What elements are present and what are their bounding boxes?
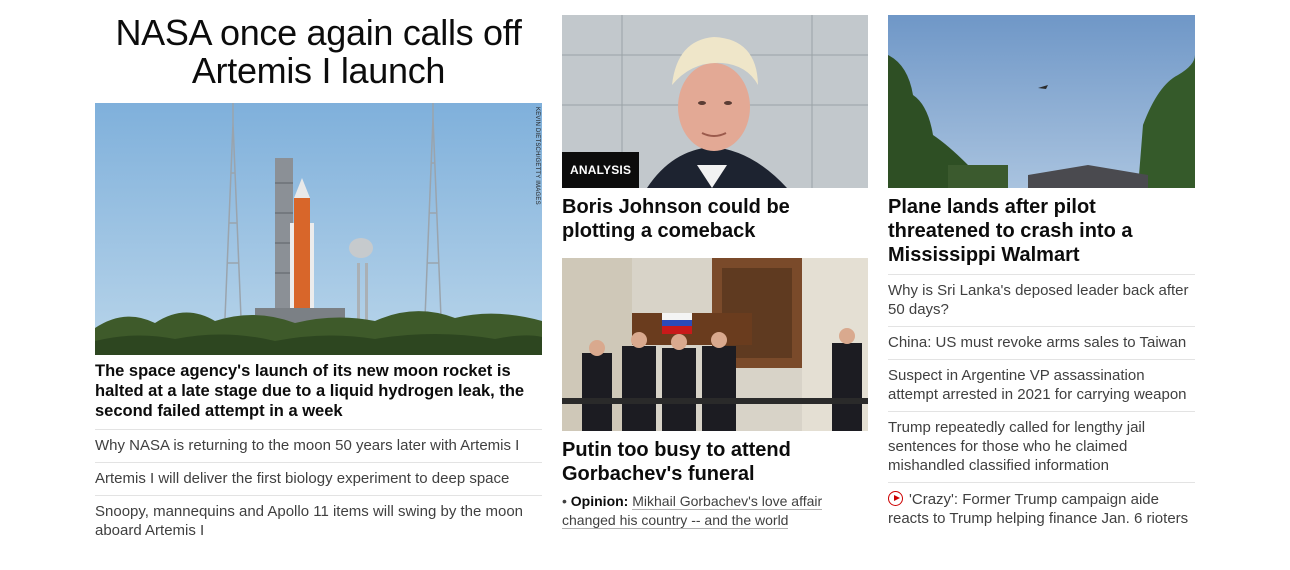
gorbachev-funeral-photo[interactable]: [562, 258, 868, 431]
list-item[interactable]: Suspect in Argentine VP assassination at…: [888, 359, 1195, 411]
opinion-label: Opinion:: [570, 493, 629, 509]
analysis-badge: ANALYSIS: [562, 152, 640, 188]
list-item[interactable]: Why NASA is returning to the moon 50 yea…: [95, 429, 542, 462]
list-item[interactable]: Why is Sri Lanka's deposed leader back a…: [888, 274, 1195, 326]
photo-credit: KEVIN DIETSCH/GETTY IMAGES: [534, 107, 540, 205]
lead-headline[interactable]: NASA once again calls off Artemis I laun…: [95, 14, 542, 90]
list-item[interactable]: Artemis I will deliver the first biology…: [95, 462, 542, 495]
plane-sky-photo[interactable]: [888, 15, 1195, 188]
list-item[interactable]: Snoopy, mannequins and Apollo 11 items w…: [95, 495, 542, 547]
putin-headline[interactable]: Putin too busy to attend Gorbachev's fun…: [562, 438, 868, 486]
lead-summary[interactable]: The space agency's launch of its new moo…: [95, 361, 542, 421]
list-item[interactable]: Trump repeatedly called for lengthy jail…: [888, 411, 1195, 482]
list-item[interactable]: China: US must revoke arms sales to Taiw…: [888, 326, 1195, 359]
plane-related-list: Why is Sri Lanka's deposed leader back a…: [888, 274, 1195, 535]
lead-related-list: Why NASA is returning to the moon 50 yea…: [95, 429, 542, 547]
boris-johnson-photo[interactable]: ANALYSIS: [562, 15, 868, 188]
plane-headline[interactable]: Plane lands after pilot threatened to cr…: [888, 195, 1195, 267]
play-circle-icon: [888, 491, 903, 506]
opinion-link-row: • Opinion: Mikhail Gorbachev's love affa…: [562, 492, 868, 530]
video-item-text: 'Crazy': Former Trump campaign aide reac…: [888, 491, 1189, 527]
video-list-item[interactable]: 'Crazy': Former Trump campaign aide reac…: [888, 482, 1195, 535]
artemis-launch-photo[interactable]: KEVIN DIETSCH/GETTY IMAGES: [95, 103, 542, 355]
bullet: •: [562, 493, 567, 509]
johnson-headline[interactable]: Boris Johnson could be plotting a comeba…: [562, 195, 868, 243]
